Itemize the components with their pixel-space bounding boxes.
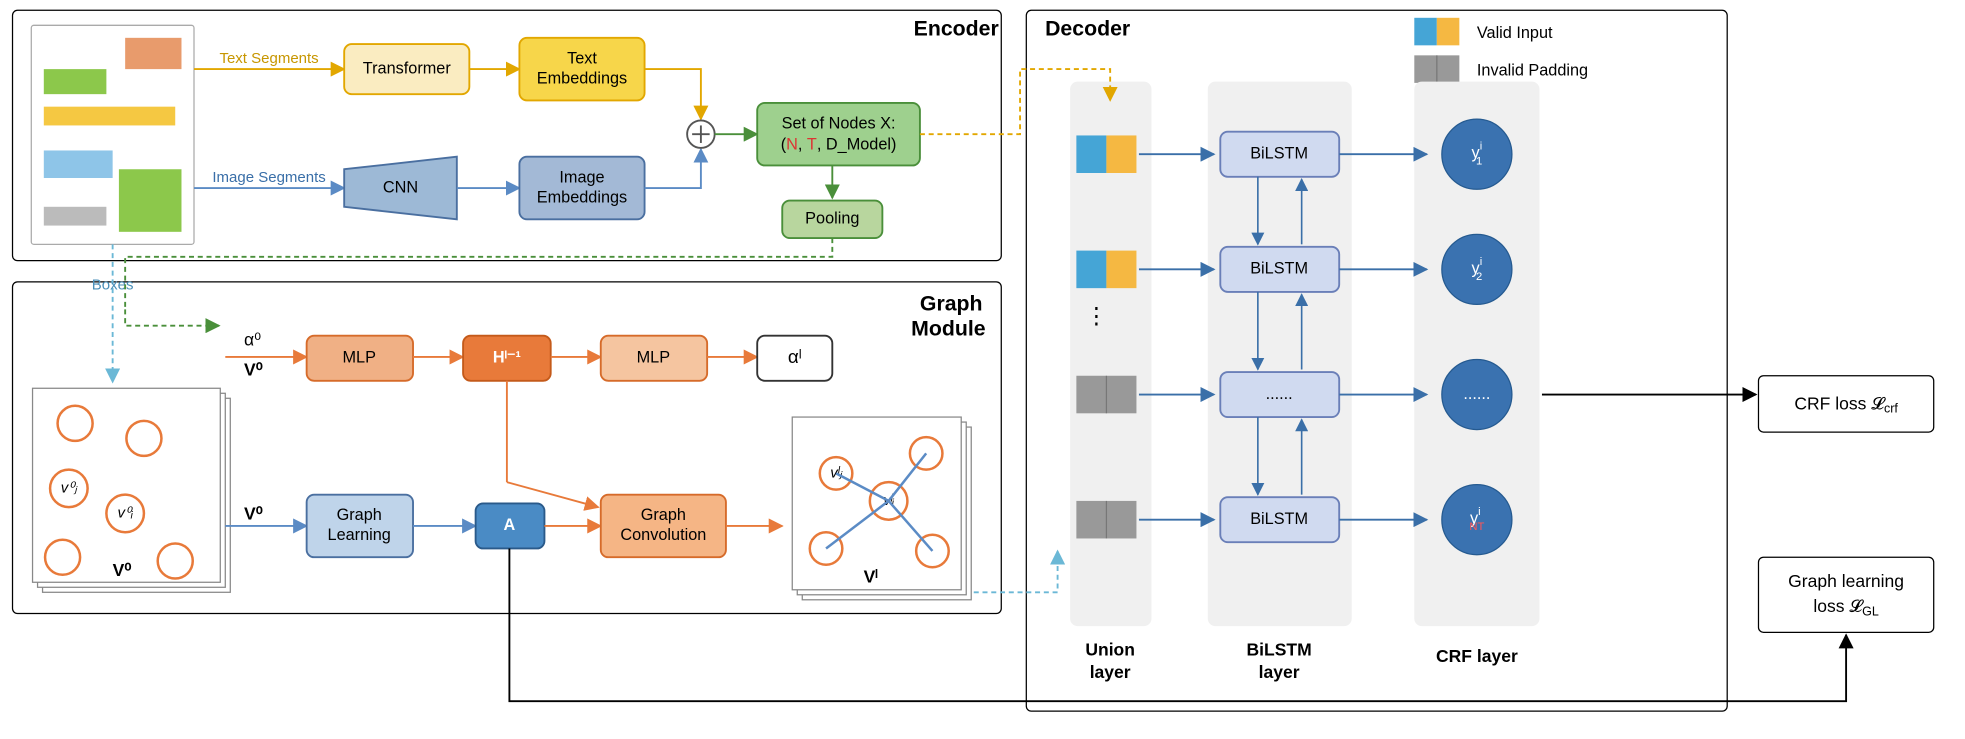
boxes-label: Boxes <box>92 277 134 294</box>
decoder-title: Decoder <box>1045 16 1130 40</box>
architecture-diagram: Encoder Text Segments Transformer Text E… <box>0 0 1965 739</box>
valid-input-label: Valid Input <box>1477 24 1553 42</box>
gl-l2: Learning <box>328 526 391 544</box>
v0-graph: v⁰ⱼ v⁰ᵢ V⁰ <box>33 388 231 592</box>
mlp1-block: MLP <box>342 349 375 367</box>
cnn-block: CNN <box>383 178 418 196</box>
transformer-block: Transformer <box>363 59 452 77</box>
bilstm-dots: ...... <box>1266 385 1293 403</box>
gm-title-l2: Module <box>911 317 986 341</box>
row-ellipsis: ⋮ <box>1085 303 1108 328</box>
bilstm-l2: layer <box>1259 662 1300 682</box>
bilstm-4: BiLSTM <box>1250 510 1308 528</box>
v0-lab: V⁰ <box>113 560 132 580</box>
img-emb-l2: Embeddings <box>537 188 627 206</box>
gl-l1: Graph <box>337 506 382 524</box>
vl-graph: vˡᵢ vˡⱼ Vˡ <box>792 417 971 600</box>
invalid-pad-label: Invalid Padding <box>1477 61 1588 79</box>
alphaL-block: αˡ <box>788 346 802 367</box>
vi0-label: v⁰ᵢ <box>117 504 134 521</box>
decoder-section: Decoder Valid Input Invalid Padding BiLS… <box>920 10 1727 711</box>
img-segments-label: Image Segments <box>212 169 325 186</box>
v0b-label: V⁰ <box>244 504 263 524</box>
mlp2-block: MLP <box>637 349 670 367</box>
union-l1: Union <box>1085 640 1135 660</box>
setnodes-l1: Set of Nodes X: <box>782 114 896 132</box>
gc-l2: Convolution <box>620 526 706 544</box>
text-emb-l1: Text <box>567 49 597 67</box>
crf-loss-box: CRF loss 𝓛crf <box>1542 376 1934 432</box>
bilstm-1: BiLSTM <box>1250 145 1308 163</box>
document-thumb <box>31 25 194 244</box>
encoder-title: Encoder <box>914 16 999 40</box>
vj0-label: v⁰ⱼ <box>61 479 79 496</box>
union-l2: layer <box>1090 662 1131 682</box>
gc-l1: Graph <box>641 506 686 524</box>
pooling-block: Pooling <box>805 210 859 228</box>
img-emb-l1: Image <box>559 168 604 186</box>
crf-loss-text: CRF loss 𝓛crf <box>1794 393 1898 416</box>
graph-module-section: Graph Module Boxes v⁰ⱼ v⁰ᵢ V⁰ α⁰ V⁰ MLP … <box>13 238 1002 613</box>
crf-layer-label: CRF layer <box>1436 646 1518 666</box>
gm-title-l1: Graph <box>920 292 983 316</box>
vl-lab: Vˡ <box>864 566 879 586</box>
gl-loss-l1: Graph learning <box>1788 571 1904 591</box>
bilstm-l1: BiLSTM <box>1247 640 1312 660</box>
bilstm-2: BiLSTM <box>1250 260 1308 278</box>
alpha0-label: α⁰ <box>244 330 261 350</box>
text-emb-l2: Embeddings <box>537 69 627 87</box>
encoder-section: Encoder Text Segments Transformer Text E… <box>13 10 1002 260</box>
y-dots: ...... <box>1463 385 1490 403</box>
A-block: A <box>504 516 516 534</box>
setnodes-l2: (N, T, D_Model) <box>781 136 897 154</box>
text-segments-label: Text Segments <box>219 50 318 67</box>
gl-loss-l2: loss 𝓛GL <box>1813 596 1878 619</box>
H-block: Hˡ⁻¹ <box>493 349 521 367</box>
v0-label: V⁰ <box>244 360 263 380</box>
